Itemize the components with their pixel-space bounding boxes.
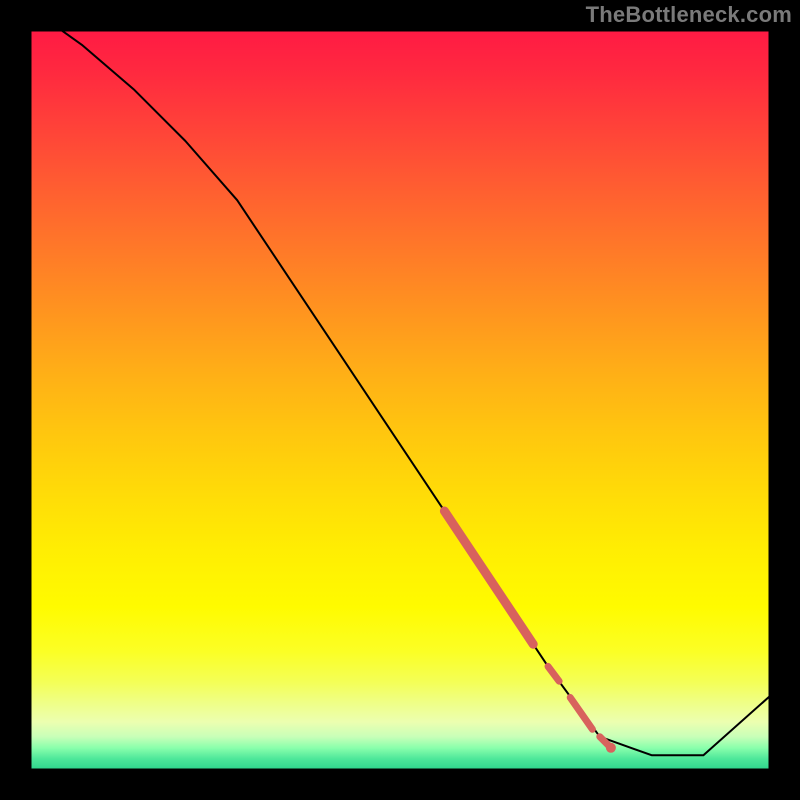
watermark-label: TheBottleneck.com [586,2,792,28]
gradient-background [30,30,770,770]
bottleneck-chart [0,0,800,800]
chart-container: TheBottleneck.com [0,0,800,800]
marker-point [606,743,616,753]
